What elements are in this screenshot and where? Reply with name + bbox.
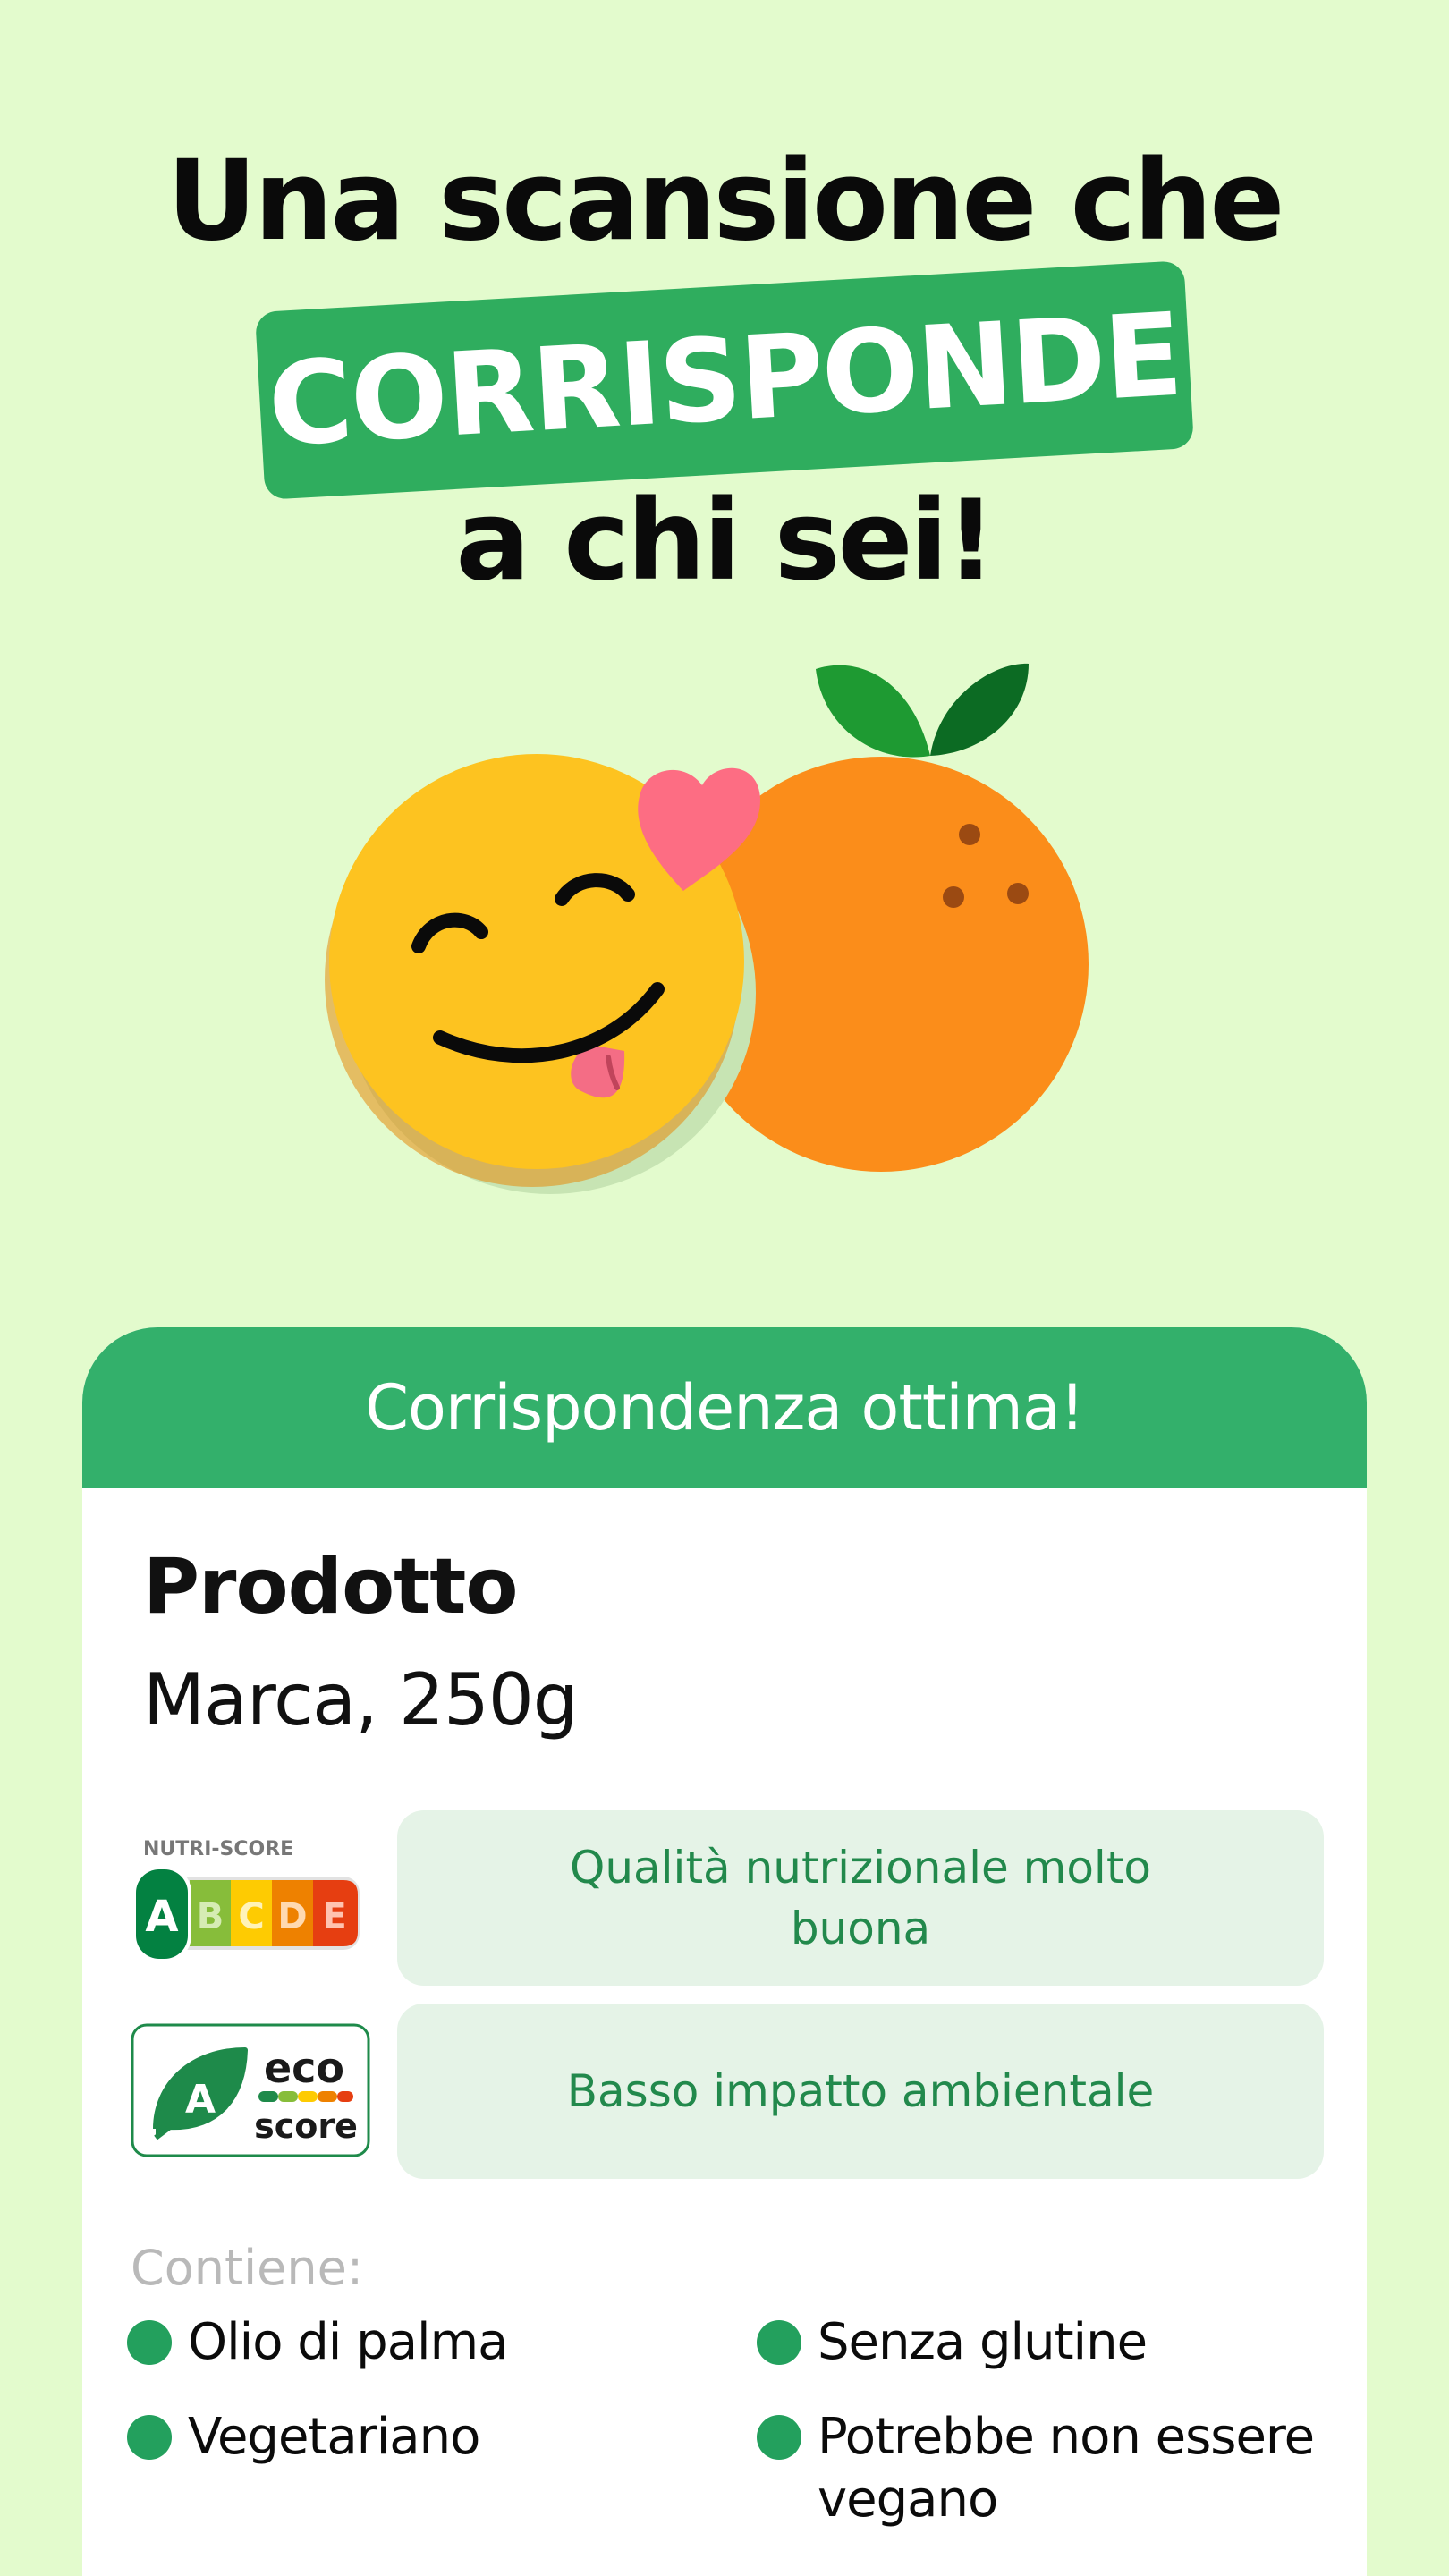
tag-label: Vegetariano (188, 2408, 480, 2466)
nutri-letter-b: B (197, 1896, 225, 1937)
nutri-letter-e: E (322, 1896, 346, 1937)
eco-word-2: score (254, 2106, 358, 2146)
tag-item: Olio di palma (127, 2311, 724, 2374)
headline-highlight: CORRISPONDE (254, 260, 1195, 500)
nutri-score-logo-label: NUTRI-SCORE (143, 1838, 293, 1860)
headline-line-3: a chi sei! (455, 477, 996, 606)
nutri-score-row: NUTRI-SCORE B C D E A Qualità nutriziona… (129, 1810, 1345, 1986)
nutri-grade: A (145, 1892, 178, 1942)
nutri-score-description: Qualità nutrizionale molto buona (397, 1810, 1324, 1986)
tag-label: Olio di palma (188, 2313, 508, 2371)
tag-item: Vegetariano (127, 2406, 724, 2469)
product-name: Prodotto (143, 1542, 518, 1631)
nutri-letter-c: C (238, 1896, 264, 1937)
tag-dot-icon (127, 2415, 172, 2460)
leaf-icon (816, 663, 1029, 758)
eco-score-row: A eco score Basso impatto ambientale (129, 2004, 1345, 2179)
match-header: Corrispondenza ottima! (82, 1327, 1367, 1488)
headline-highlight-wrapper: CORRISPONDE (254, 260, 1195, 500)
tag-item: Potrebbe non essere vegano (757, 2406, 1354, 2531)
eco-word-1: eco (264, 2044, 344, 2092)
tag-label: Senza glutine (818, 2313, 1148, 2371)
headline-line-1: Una scansione che (166, 137, 1284, 266)
headline: Una scansione che CORRISPONDE a chi sei! (0, 134, 1449, 608)
eco-grade: A (185, 2077, 216, 2123)
eco-score-logo: A eco score (131, 2023, 370, 2157)
product-brand: Marca, 250g (143, 1658, 579, 1741)
illustration (325, 663, 1089, 1194)
contains-label: Contiene: (131, 2240, 364, 2296)
product-match-card: Corrispondenza ottima! Prodotto Marca, 2… (82, 1327, 1367, 2576)
eco-score-description: Basso impatto ambientale (397, 2004, 1324, 2179)
app-screen: Una scansione che CORRISPONDE a chi sei! (0, 0, 1449, 2576)
tag-item: Senza glutine (757, 2311, 1354, 2374)
nutri-letter-d: D (277, 1896, 307, 1937)
tag-label: Potrebbe non essere vegano (818, 2408, 1315, 2529)
tag-dot-icon (757, 2415, 801, 2460)
tag-dot-icon (127, 2320, 172, 2365)
nutri-score-logo: NUTRI-SCORE B C D E A (132, 1838, 360, 1962)
tag-dot-icon (757, 2320, 801, 2365)
